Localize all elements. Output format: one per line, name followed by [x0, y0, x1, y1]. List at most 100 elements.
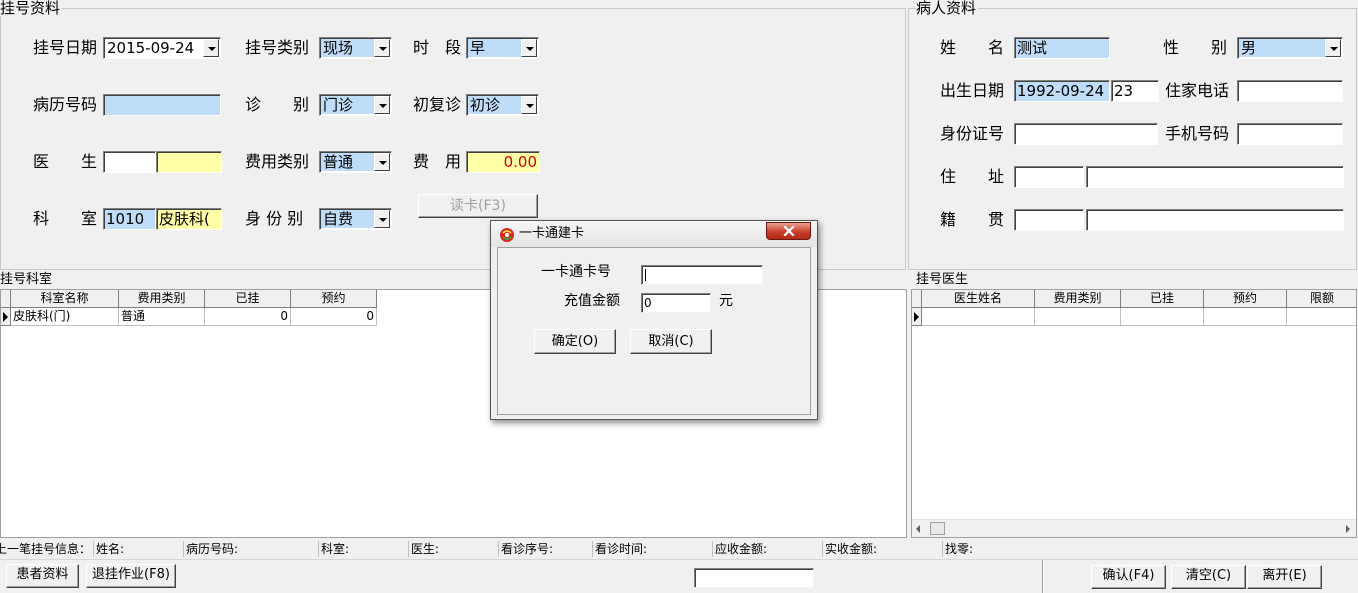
dialog-close-button[interactable] — [766, 222, 811, 240]
toolbar-input[interactable] — [694, 568, 814, 588]
dept-col-name[interactable]: 科室名称 — [11, 290, 119, 308]
close-icon — [783, 226, 795, 236]
table-cell[interactable] — [1121, 308, 1204, 326]
chevron-down-icon[interactable] — [374, 39, 390, 57]
card-number-input[interactable] — [641, 265, 763, 285]
status-doctor: 医生: — [408, 541, 496, 557]
address-field[interactable] — [1086, 166, 1344, 188]
gender-value: 男 — [1239, 39, 1325, 57]
period-select[interactable]: 早 — [466, 37, 539, 59]
doctor-grid-title: 挂号医生 — [916, 272, 971, 288]
native-field[interactable] — [1086, 209, 1344, 231]
amount-value: 0 — [644, 296, 652, 310]
name-label: 姓 名 — [940, 38, 1005, 57]
chevron-down-icon[interactable] — [374, 210, 390, 228]
table-cell[interactable]: 0 — [291, 308, 377, 326]
row-pointer-icon — [3, 312, 8, 322]
id-label: 身份证号 — [940, 124, 1005, 143]
doctor-col-limit[interactable]: 限额 — [1287, 290, 1356, 308]
chevron-down-icon[interactable] — [374, 96, 390, 114]
date-value: 2015-09-24 — [107, 39, 195, 57]
doctor-grid[interactable]: 医生姓名 费用类别 已挂 预约 限额 — [911, 289, 1357, 538]
address-label: 住 址 — [940, 167, 1005, 186]
app-logo-icon — [500, 228, 514, 242]
dept-col-registered[interactable]: 已挂 — [205, 290, 291, 308]
table-cell[interactable]: 0 — [205, 308, 291, 326]
dept-col-fee-type[interactable]: 费用类别 — [119, 290, 205, 308]
chevron-down-icon[interactable] — [374, 153, 390, 171]
native-code-field[interactable] — [1014, 209, 1084, 231]
scroll-left-icon[interactable] — [916, 525, 920, 533]
revisit-select[interactable]: 初诊 — [466, 94, 539, 116]
mobile-field[interactable] — [1237, 123, 1343, 145]
toolbar-separator — [1042, 560, 1044, 593]
status-seq: 看诊序号: — [498, 541, 590, 557]
registration-group-title: 挂号资料 — [0, 0, 63, 17]
dept-code-field[interactable]: 1010 — [103, 208, 156, 230]
record-field[interactable] — [103, 94, 221, 116]
birth-label: 出生日期 — [940, 81, 1005, 100]
dept-grid-title: 挂号科室 — [0, 272, 55, 288]
name-field[interactable]: 测试 — [1014, 37, 1110, 59]
doctor-col-fee-type[interactable]: 费用类别 — [1035, 290, 1121, 308]
phone-label: 住家电话 — [1165, 81, 1230, 100]
current-row-indicator — [912, 308, 922, 326]
current-row-indicator — [1, 308, 11, 326]
scroll-right-icon[interactable] — [1346, 525, 1350, 533]
revisit-label: 初复诊 — [413, 95, 462, 114]
chevron-down-icon[interactable] — [203, 39, 219, 57]
visit-value: 门诊 — [321, 96, 374, 114]
dialog-title-bar[interactable]: 一卡通建卡 — [491, 221, 817, 247]
type-select[interactable]: 现场 — [319, 37, 392, 59]
doctor-col-registered[interactable]: 已挂 — [1121, 290, 1204, 308]
table-cell[interactable]: 普通 — [119, 308, 205, 326]
horizontal-scrollbar[interactable] — [912, 519, 1356, 537]
row-indicator-header — [1, 290, 11, 308]
cancel-registration-button[interactable]: 退挂作业(F8) — [86, 564, 176, 588]
fee-type-select[interactable]: 普通 — [319, 151, 392, 173]
dept-name-field[interactable]: 皮肤科( — [156, 208, 222, 230]
row-indicator-header — [912, 290, 922, 308]
read-card-button[interactable]: 读卡(F3) — [418, 194, 538, 218]
identity-value: 自费 — [321, 210, 374, 228]
clear-button[interactable]: 清空(C) — [1171, 565, 1246, 589]
address-code-field[interactable] — [1014, 166, 1084, 188]
gender-select[interactable]: 男 — [1237, 37, 1343, 59]
age-field[interactable]: 23 — [1111, 80, 1159, 102]
status-name: 姓名: — [93, 541, 181, 557]
status-dept: 科室: — [318, 541, 406, 557]
table-row[interactable]: 皮肤科(门) — [11, 308, 119, 326]
patient-info-button[interactable]: 患者资料 — [6, 564, 79, 588]
visit-select[interactable]: 门诊 — [319, 94, 392, 116]
text-cursor — [645, 269, 646, 281]
table-row[interactable] — [922, 308, 1035, 326]
scroll-thumb[interactable] — [930, 522, 945, 535]
cancel-button[interactable]: 取消(C) — [630, 329, 712, 354]
status-prefix: 上一笔挂号信息： — [0, 542, 92, 556]
id-field[interactable] — [1014, 123, 1158, 145]
dept-col-reserved[interactable]: 预约 — [291, 290, 377, 308]
phone-field[interactable] — [1237, 80, 1343, 102]
doctor-col-name[interactable]: 医生姓名 — [922, 290, 1035, 308]
visit-label: 诊 别 — [245, 95, 310, 114]
card-dialog: 一卡通建卡 一卡通卡号 充值金额 0 元 确定(O) 取消(C) — [490, 220, 818, 420]
table-cell[interactable] — [1287, 308, 1356, 326]
period-value: 早 — [468, 39, 521, 57]
birth-field[interactable]: 1992-09-24 — [1014, 80, 1110, 102]
patient-group-title: 病人资料 — [916, 0, 979, 17]
doctor-col-reserved[interactable]: 预约 — [1204, 290, 1287, 308]
amount-input[interactable]: 0 — [641, 293, 711, 313]
chevron-down-icon[interactable] — [521, 96, 537, 114]
confirm-button[interactable]: 确认(F4) — [1091, 565, 1166, 589]
date-picker[interactable]: 2015-09-24 — [103, 37, 221, 59]
table-cell[interactable] — [1035, 308, 1121, 326]
table-cell[interactable] — [1204, 308, 1287, 326]
doctor-name-field[interactable] — [156, 151, 222, 173]
chevron-down-icon[interactable] — [521, 39, 537, 57]
chevron-down-icon[interactable] — [1325, 39, 1341, 57]
identity-select[interactable]: 自费 — [319, 208, 392, 230]
exit-button[interactable]: 离开(E) — [1247, 565, 1322, 589]
amount-label: 充值金额 — [564, 293, 620, 309]
doctor-code-field[interactable] — [103, 151, 156, 173]
ok-button[interactable]: 确定(O) — [534, 329, 616, 354]
